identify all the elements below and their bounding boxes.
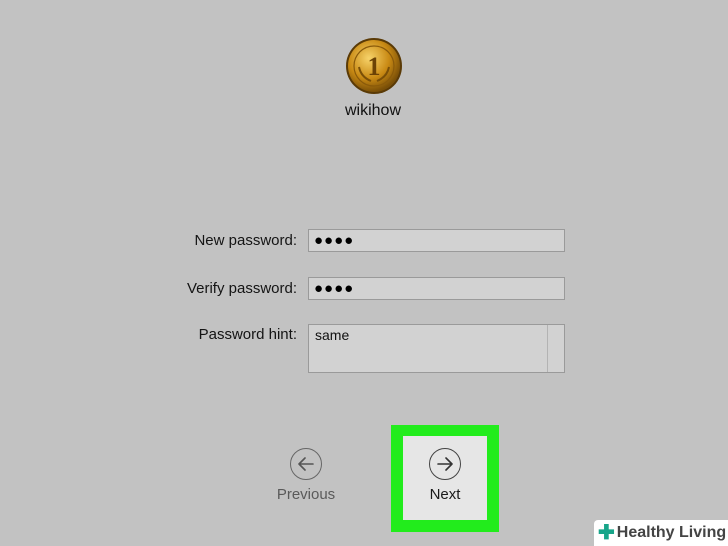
previous-label: Previous	[276, 486, 336, 503]
arrow-left-icon	[290, 448, 322, 480]
plus-cross-icon: ✚	[598, 522, 615, 544]
next-highlight: Next	[391, 425, 499, 532]
password-hint-field[interactable]: same	[308, 324, 565, 373]
watermark: ✚ Healthy Living	[594, 520, 728, 546]
medal-number: 1	[368, 52, 381, 81]
user-avatar: 1	[345, 37, 403, 95]
previous-button[interactable]: Previous	[270, 448, 342, 503]
next-label: Next	[429, 486, 461, 503]
watermark-text: Healthy Living	[616, 524, 727, 541]
password-hint-value: same	[315, 327, 350, 343]
hint-scrollbar	[547, 325, 548, 372]
new-password-label: New password:	[194, 232, 297, 249]
verify-password-field[interactable]: ●●●●	[308, 277, 565, 300]
next-button[interactable]: Next	[403, 448, 487, 503]
user-name: wikihow	[344, 102, 401, 119]
verify-password-label: Verify password:	[186, 280, 297, 297]
password-hint-label: Password hint:	[198, 326, 297, 343]
arrow-right-icon	[429, 448, 461, 480]
new-password-field[interactable]: ●●●●	[308, 229, 565, 252]
